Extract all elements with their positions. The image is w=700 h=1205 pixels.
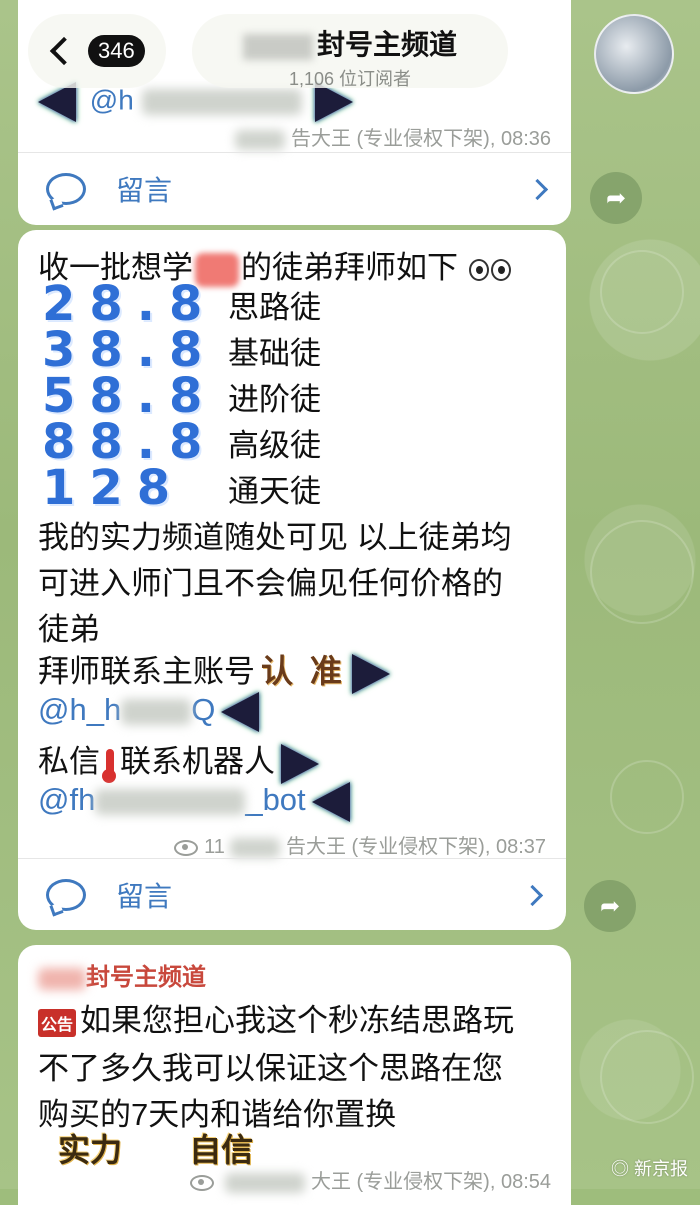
tier-label: 思路徒	[228, 290, 321, 325]
blurred-text	[242, 33, 313, 60]
arrow-right-icon	[281, 743, 319, 784]
post2-meta: 11 告大王 (专业侵权下架), 08:37	[174, 830, 546, 859]
comment-label: 留言	[116, 881, 173, 912]
unread-count-badge: 346	[88, 35, 145, 67]
comment-row[interactable]: 留言	[18, 858, 566, 931]
post1-handle-text[interactable]: @h	[90, 84, 134, 115]
blurred-text	[38, 967, 86, 990]
post2-body: 徒弟	[38, 612, 100, 647]
chevron-right-icon	[526, 178, 549, 200]
comment-row[interactable]: 留言	[18, 152, 571, 225]
blurred-text	[235, 129, 286, 150]
handle-link-1[interactable]: @h_h Q	[38, 692, 260, 732]
arrow-left-icon	[221, 692, 260, 732]
watermark: ◎ 新京报	[610, 1159, 688, 1179]
forwarded-from-channel[interactable]: 封号主频道	[38, 957, 206, 992]
subscriber-count: 1,106 位订阅者	[288, 69, 412, 89]
post1-meta: 告大王 (专业侵权下架), 08:36	[235, 122, 551, 151]
tier-price: 128	[42, 460, 185, 516]
tier-label: 高级徒	[228, 428, 321, 463]
eyes-icon	[490, 258, 511, 281]
share-button[interactable]: ➦	[590, 172, 642, 224]
channel-title: 封号主频道	[316, 29, 457, 60]
arrow-left-icon	[38, 82, 76, 122]
share-icon: ➦	[605, 184, 627, 212]
share-icon: ➦	[599, 892, 621, 920]
views-icon	[174, 839, 199, 856]
post3-meta: 大王 (专业侵权下架), 08:54	[189, 1165, 551, 1194]
tier-label: 基础徒	[228, 336, 321, 371]
post2-dm: 私信 联系机器人	[38, 736, 319, 784]
post2-body: 可进入师门且不会偏见任何价格的	[38, 566, 503, 601]
share-button[interactable]: ➦	[584, 880, 636, 932]
view-count: 11	[204, 836, 225, 858]
notice-badge: 公告	[38, 1008, 77, 1037]
chevron-right-icon	[521, 884, 544, 906]
blurred-text	[225, 1172, 306, 1193]
views-icon	[189, 1174, 214, 1191]
chevron-left-icon	[49, 36, 79, 66]
channel-avatar[interactable]	[594, 14, 674, 94]
blurred-text	[121, 699, 192, 725]
bot-link[interactable]: @fh _bot	[38, 782, 350, 822]
exclamation-icon	[102, 748, 116, 783]
blurred-text	[141, 89, 302, 115]
channel-header[interactable]: 封号主频道 1,106 位订阅者	[192, 14, 508, 89]
post3-body: 公告 如果您担心我这个秒冻结思路玩	[38, 995, 514, 1040]
comment-label: 留言	[116, 175, 173, 206]
tag-text: 自信	[189, 1132, 254, 1168]
blurred-text	[95, 789, 246, 815]
highlight-text: 认 准	[261, 653, 346, 689]
message-card-2: 收一批想学 的徒弟拜师如下 28.8 思路徒 38.8 基础徒 58.8 进阶徒 …	[18, 230, 566, 930]
tier-label: 进阶徒	[228, 382, 321, 417]
eyes-icon	[468, 258, 489, 281]
post2-body: 我的实力频道随处可见 以上徒弟均	[38, 520, 512, 555]
tag-text: 实力	[58, 1132, 123, 1168]
blurred-text	[230, 837, 281, 858]
comment-icon	[46, 173, 86, 205]
post2-contact: 拜师联系主账号认 准	[38, 646, 390, 694]
arrow-left-icon	[311, 782, 350, 822]
comment-icon	[46, 879, 86, 911]
post3-body: 不了多久我可以保证这个思路在您	[38, 1051, 503, 1086]
tier-label: 通天徒	[228, 474, 321, 509]
arrow-right-icon	[351, 653, 390, 694]
back-button[interactable]: 346	[28, 14, 166, 88]
message-card-3: 封号主频道 公告 如果您担心我这个秒冻结思路玩 不了多久我可以保证这个思路在您 购…	[18, 945, 571, 1205]
